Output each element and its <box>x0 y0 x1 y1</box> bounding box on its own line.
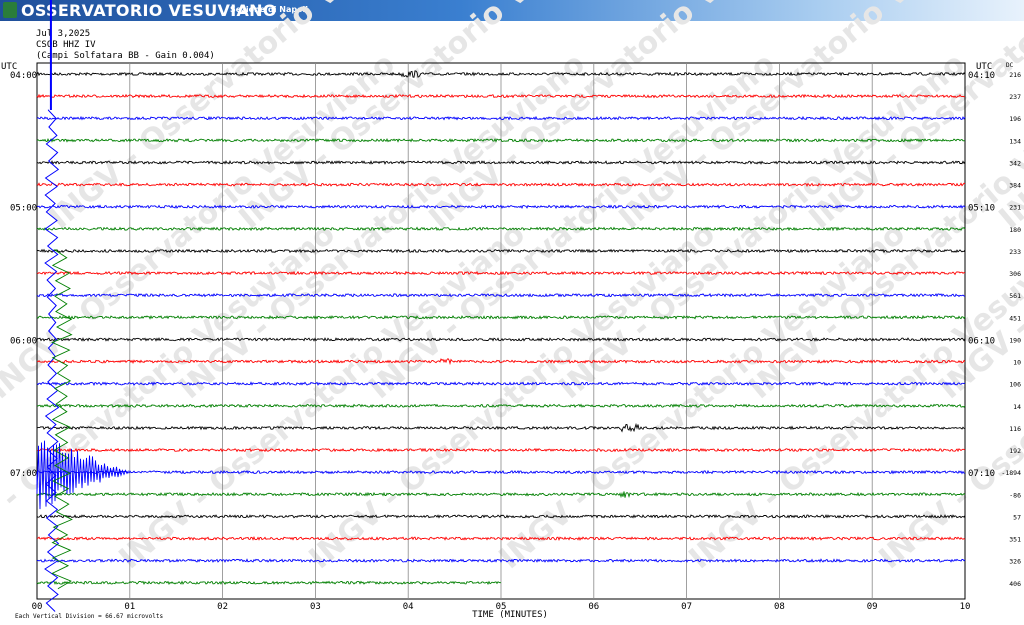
dc-value-label: 116 <box>1009 425 1021 433</box>
left-hour-label: 04:00 <box>10 71 37 81</box>
dc-value-label: 180 <box>1009 226 1021 234</box>
dc-value-label: -86 <box>1009 491 1021 499</box>
left-hour-label: 05:00 <box>10 204 37 214</box>
left-hour-label: 06:00 <box>10 336 37 346</box>
x-tick-label: 04 <box>403 602 414 612</box>
dc-value-label: 196 <box>1009 115 1021 123</box>
dc-value-label: 237 <box>1009 93 1021 101</box>
right-hour-label: 05:10 <box>968 204 995 214</box>
x-tick-label: 07 <box>681 602 692 612</box>
x-tick-label: 01 <box>124 602 135 612</box>
dc-value-label: 384 <box>1009 182 1021 190</box>
dc-value-label: 233 <box>1009 248 1021 256</box>
x-tick-label: 09 <box>867 602 878 612</box>
dc-value-label: 561 <box>1009 292 1021 300</box>
seismogram-chart: INGV - Osservatorio VesuvianoINGV - Osse… <box>0 0 1024 620</box>
dc-header-label: DC <box>1006 62 1014 69</box>
dc-value-label: 351 <box>1009 536 1021 544</box>
right-hour-label: 06:10 <box>968 336 995 346</box>
dc-value-label: 57 <box>1013 513 1021 521</box>
dc-value-label: -1894 <box>1001 469 1021 477</box>
dc-value-label: 106 <box>1009 381 1021 389</box>
dc-value-label: 190 <box>1009 336 1021 344</box>
event-signal-secondary <box>51 249 73 590</box>
dc-value-label: 134 <box>1009 137 1021 145</box>
dc-value-label: 14 <box>1013 403 1021 411</box>
seismic-trace <box>36 580 501 586</box>
dc-value-label: 451 <box>1009 314 1021 322</box>
dc-value-label: 10 <box>1013 359 1021 367</box>
x-tick-label: 06 <box>588 602 599 612</box>
dc-value-label: 406 <box>1009 580 1021 588</box>
x-tick-label: 10 <box>960 602 971 612</box>
left-hour-label: 07:00 <box>10 469 37 479</box>
x-tick-label: 08 <box>774 602 785 612</box>
scale-note: Each Vertical Division = 66.67 microvolt… <box>15 613 163 620</box>
right-hour-label: 07:10 <box>968 469 995 479</box>
dc-value-label: 326 <box>1009 558 1021 566</box>
dc-value-label: 342 <box>1009 159 1021 167</box>
dc-value-label: 231 <box>1009 204 1021 212</box>
right-hour-label: 04:10 <box>968 71 995 81</box>
x-axis-label: TIME (MINUTES) <box>472 610 548 620</box>
dc-value-label: 306 <box>1009 270 1021 278</box>
watermark-layer: INGV - Osservatorio VesuvianoINGV - Osse… <box>0 0 1024 576</box>
x-tick-label: 00 <box>32 602 43 612</box>
dc-value-label: 192 <box>1009 447 1021 455</box>
dc-value-label: 216 <box>1009 71 1021 79</box>
x-tick-label: 02 <box>217 602 228 612</box>
x-tick-label: 03 <box>310 602 321 612</box>
